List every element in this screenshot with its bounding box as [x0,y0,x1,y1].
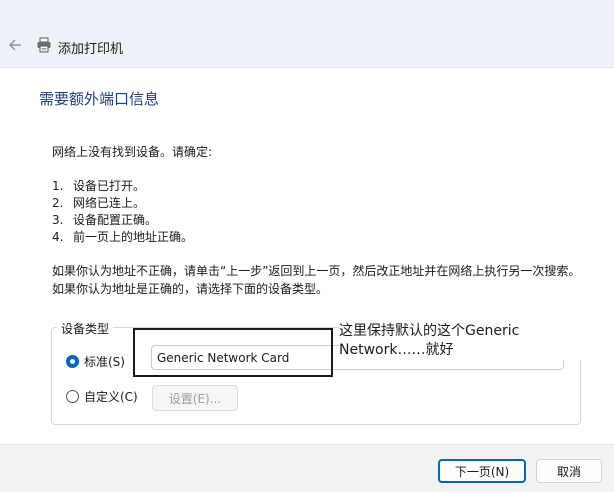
annotation-highlight-box [133,328,333,377]
custom-radio[interactable]: 自定义(C) [66,388,138,405]
printer-icon [37,37,51,53]
window-title: 添加打印机 [58,42,124,57]
list-item: 4. 前一页上的地址正确。 [52,229,194,245]
intro-text: 网络上没有找到设备。请确定: [52,145,213,159]
radio-unchecked-icon[interactable] [66,390,79,403]
cancel-button[interactable]: 取消 [536,459,602,483]
title-bar: 添加打印机 [0,0,614,68]
checklist: 1. 设备已打开。 2. 网络已连上。 3. 设备配置正确。 4. 前一页上的地址正确。 [52,177,193,245]
list-item: 2. 网络已连上。 [52,195,146,211]
note-incorrect-address: 如果你认为地址不正确，请单击“上一步”返回到上一页，然后改正地址并在网络上执行另… [52,264,581,278]
list-item: 3. 设备配置正确。 [52,212,158,228]
device-type-legend: 设备类型 [57,320,114,337]
custom-label: 自定义(C) [84,390,138,404]
list-item: 1. 设备已打开。 [52,178,146,194]
next-button[interactable]: 下一页(N) [438,459,526,483]
standard-radio[interactable]: 标准(S) [66,353,125,370]
standard-label: 标准(S) [84,355,125,369]
page-heading: 需要额外端口信息 [39,90,160,108]
back-arrow-icon[interactable] [4,34,26,56]
radio-checked-icon[interactable] [66,355,79,368]
note-correct-address: 如果你认为地址是正确的，请选择下面的设备类型。 [52,282,329,296]
annotation-text: 这里保持默认的这个Generic Network……就好 [339,322,607,360]
settings-button[interactable]: 设置(E)... [152,385,238,411]
add-printer-window: 添加打印机 需要额外端口信息 网络上没有找到设备。请确定: 1. 设备已打开。 2… [0,0,614,492]
